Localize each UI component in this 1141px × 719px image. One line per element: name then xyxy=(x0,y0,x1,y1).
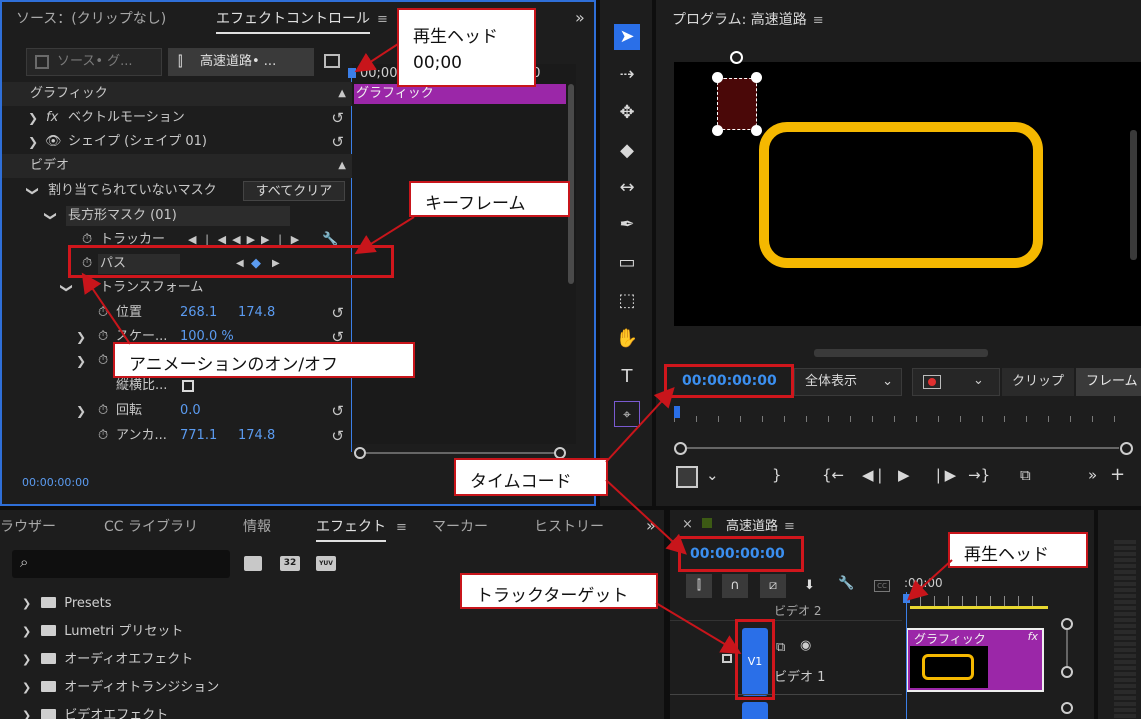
arrow-timecode-timeline xyxy=(605,479,687,555)
arrow-playhead-top xyxy=(354,43,399,73)
arrow-timecode-program xyxy=(605,387,675,463)
arrow-anim-toggle xyxy=(81,272,131,345)
annotation-arrows xyxy=(81,43,953,655)
arrow-track-target xyxy=(655,602,742,655)
arrow-keyframe xyxy=(354,216,415,255)
arrow-playhead-bottom xyxy=(907,559,953,601)
